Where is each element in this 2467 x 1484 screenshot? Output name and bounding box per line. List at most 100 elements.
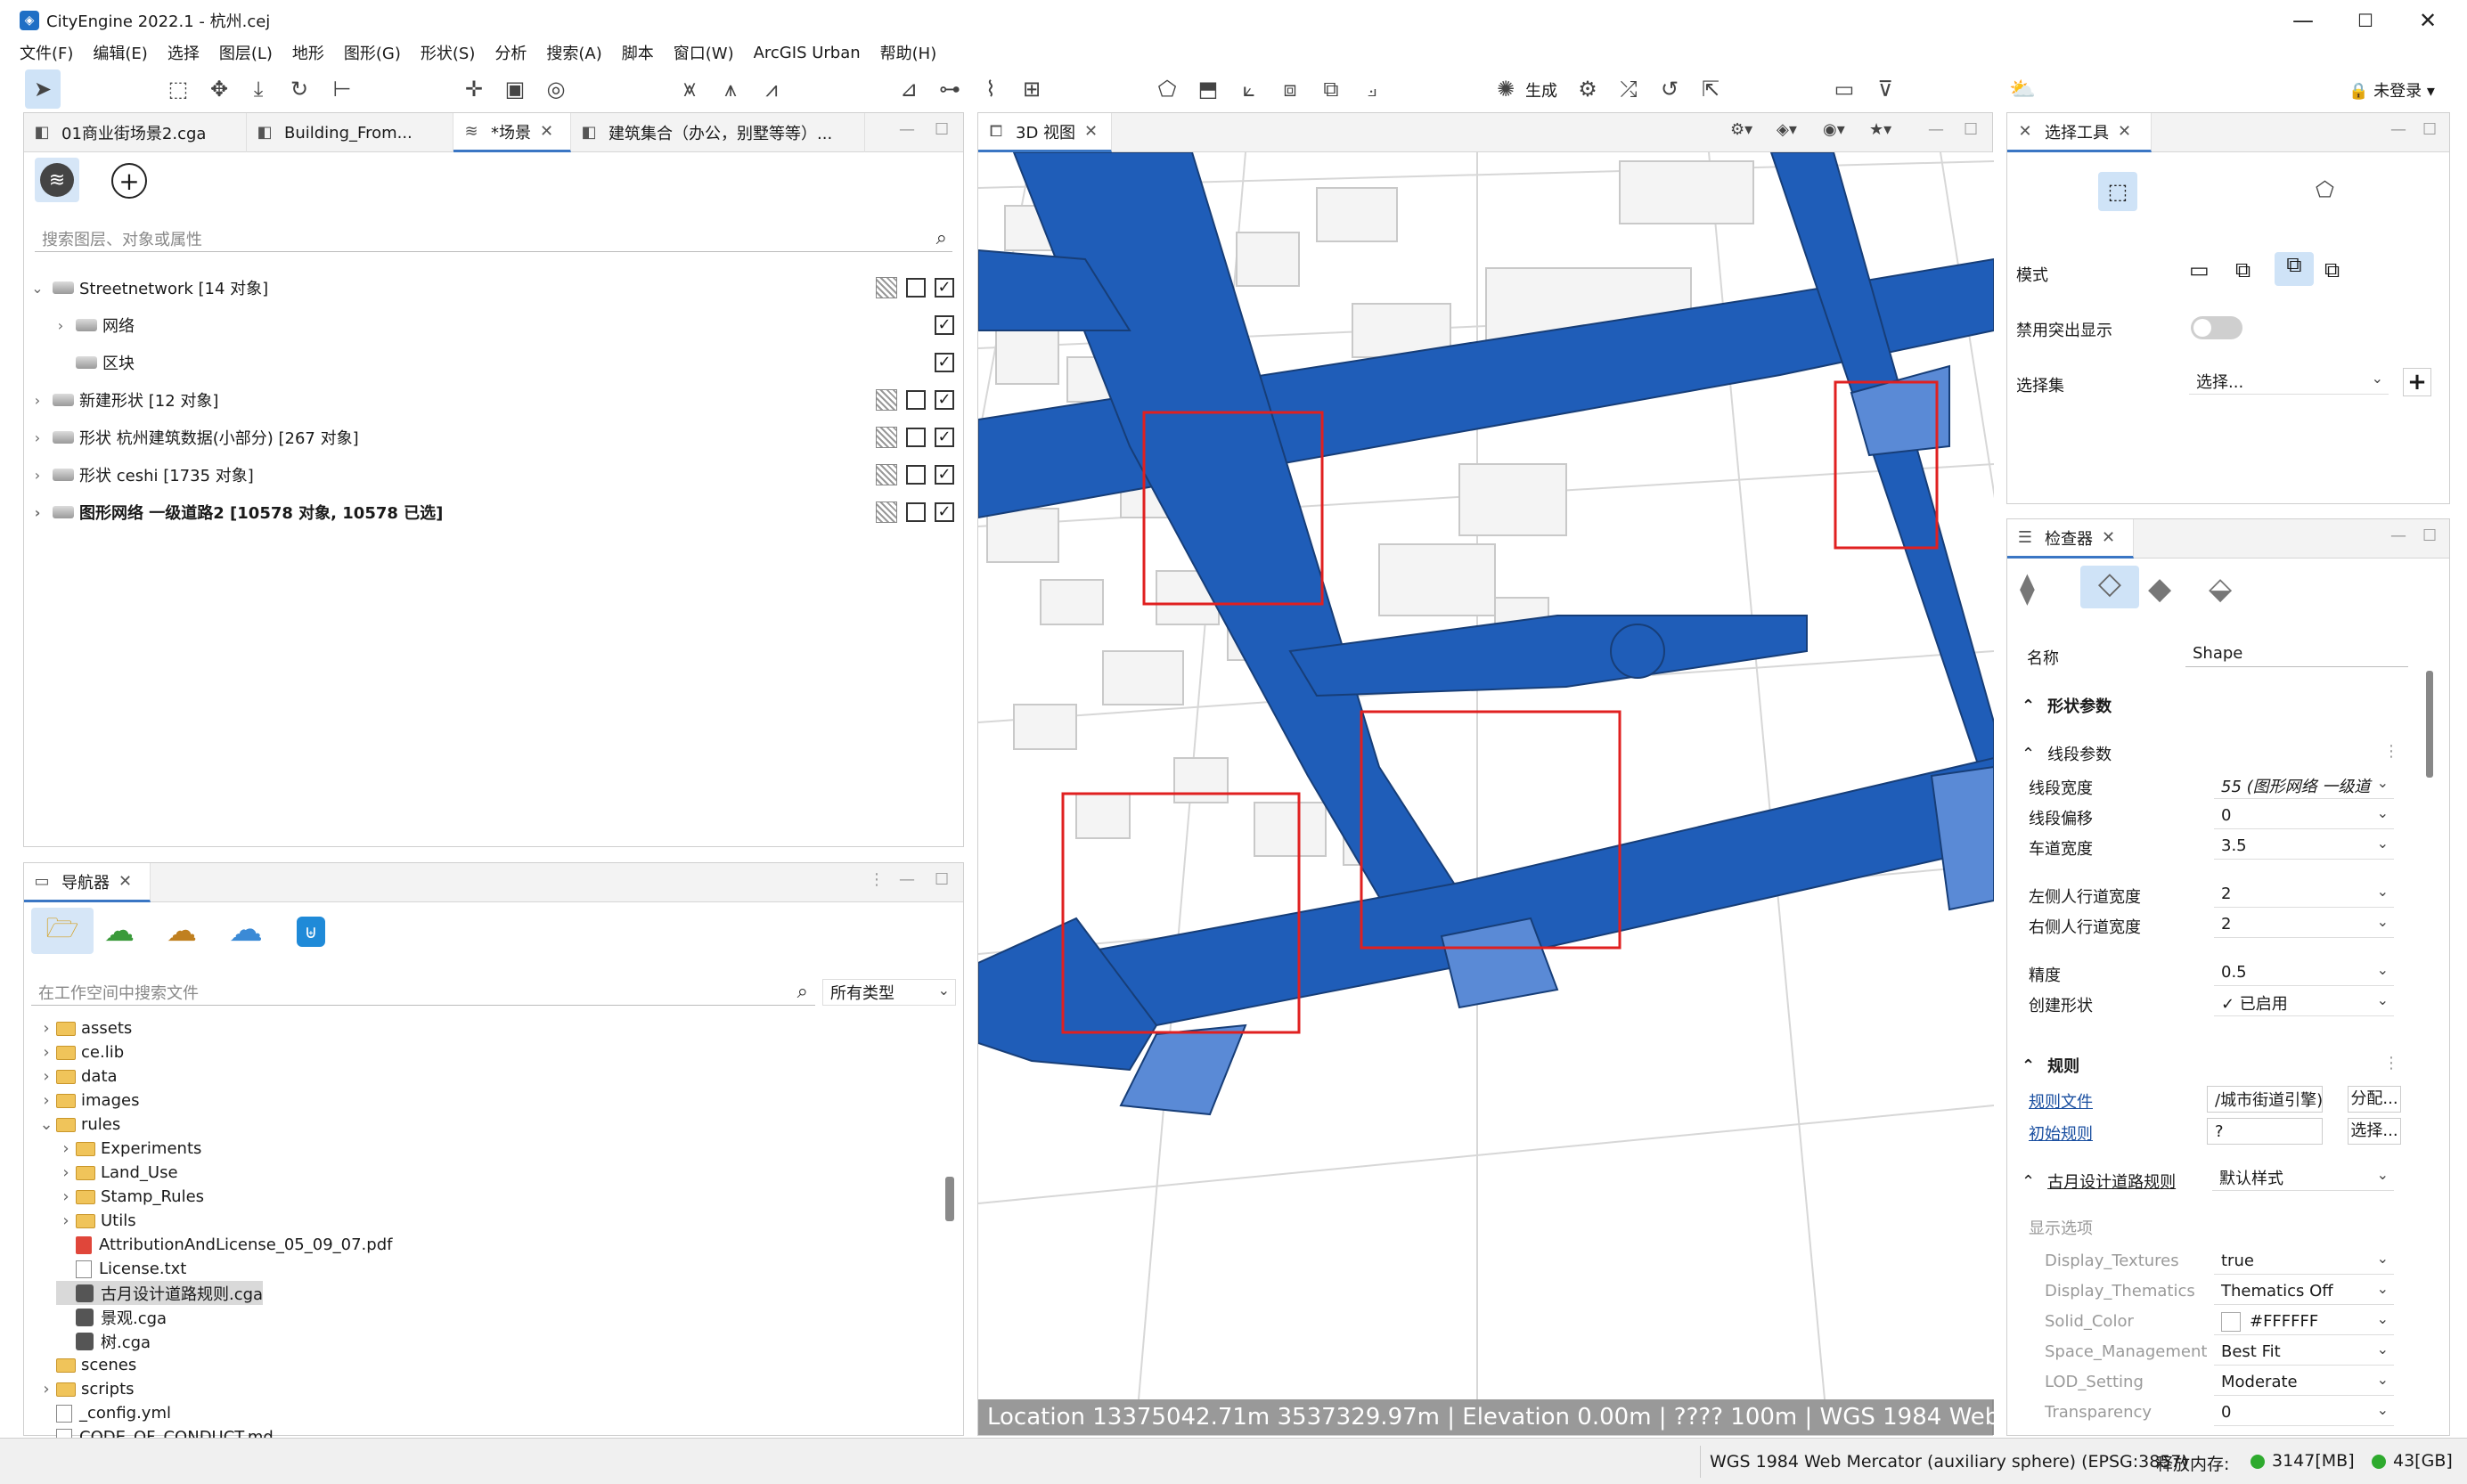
param-value-dropdown[interactable]: 2 ⌄ (2214, 881, 2394, 908)
generate-icon[interactable]: ✺ (1488, 69, 1523, 109)
bookmark-star-icon[interactable]: ★▾ (1869, 120, 1891, 139)
file-tree-item[interactable]: ⌄ rules (37, 1113, 120, 1137)
more-options-icon[interactable]: ⋮ (2383, 742, 2399, 761)
chevron-right-icon[interactable]: › (28, 429, 47, 446)
search-icon[interactable]: ⌕ (797, 981, 808, 1003)
lock-toggle-icon[interactable] (876, 464, 897, 485)
close-tab-icon[interactable]: ✕ (2102, 528, 2115, 547)
chevron-right-icon[interactable]: › (37, 1043, 56, 1062)
rule-attr-dropdown[interactable]: true ⌄ (2214, 1248, 2394, 1275)
maximize-panel-icon[interactable]: ☐ (2422, 526, 2437, 545)
file-tree-item[interactable]: › data (37, 1064, 117, 1089)
rules-header[interactable]: ⌃ 规则 (2022, 1054, 2079, 1077)
lock-toggle-icon[interactable] (876, 389, 897, 411)
file-type-filter[interactable]: 所有类型 ⌄ (822, 979, 956, 1006)
layer-row-network[interactable]: › 网络 (51, 307, 135, 343)
minimize-panel-icon[interactable]: — (2390, 526, 2406, 545)
selection-set-dropdown[interactable]: 选择... ⌄ (2189, 368, 2389, 395)
random-icon[interactable]: ⤮ (1611, 69, 1646, 109)
tab-building-from[interactable]: ◧ Building_From... (247, 113, 453, 152)
layer-row-streetnetwork[interactable]: ⌄ Streetnetwork [14 对象] (28, 270, 268, 306)
close-tab-icon[interactable]: ✕ (118, 872, 132, 891)
shape-params-header[interactable]: ⌃ 形状参数 (2022, 694, 2112, 717)
visible-checkbox[interactable]: ✓ (935, 428, 954, 447)
shape-merge-icon[interactable]: ⧉ (1313, 69, 1349, 109)
menu-search[interactable]: 搜索(A) (539, 41, 614, 64)
visible-checkbox[interactable]: ✓ (935, 278, 954, 298)
param-value-dropdown[interactable]: 55 (图形网络 一级道 ⌄ (2214, 772, 2394, 799)
3d-scene-canvas[interactable] (978, 152, 1994, 1399)
mode-subtract-icon[interactable]: ⧉ (2324, 257, 2340, 282)
chevron-right-icon[interactable]: › (37, 1380, 56, 1398)
transform-icon[interactable]: ✛ (456, 69, 492, 109)
tab-navigator[interactable]: ▭ 导航器 ✕ (24, 863, 151, 902)
file-tree-item[interactable]: › ce.lib (37, 1040, 124, 1064)
cone-icon[interactable]: ⊽ (1867, 69, 1903, 109)
chevron-right-icon[interactable]: › (56, 1187, 76, 1206)
layer-row-blocks[interactable]: 区块 (70, 345, 135, 380)
more-options-icon[interactable]: ⋮ (2383, 1054, 2399, 1072)
generate-label[interactable]: 生成 (1525, 78, 1557, 102)
menu-arcgis-urban[interactable]: ArcGIS Urban (747, 44, 873, 62)
tab-scene[interactable]: ≋ *场景 ✕ (453, 113, 571, 152)
chevron-right-icon[interactable]: › (28, 504, 47, 521)
file-tree-item[interactable]: 古月设计道路规则.cga (56, 1281, 264, 1305)
menu-help[interactable]: 帮助(H) (873, 41, 950, 64)
add-layer-button[interactable]: + (111, 163, 147, 199)
rotate-icon[interactable]: ↻ (282, 69, 317, 109)
name-field[interactable]: Shape (2185, 640, 2408, 667)
orbit-icon[interactable]: ◎ (538, 69, 574, 109)
menu-script[interactable]: 脚本 (615, 41, 666, 64)
visible-checkbox[interactable]: ✓ (935, 390, 954, 410)
file-tree-item[interactable]: AttributionAndLicense_05_09_07.pdf (56, 1233, 392, 1257)
param-value-dropdown[interactable]: 2 ⌄ (2214, 911, 2394, 938)
close-button[interactable]: ✕ (2397, 0, 2459, 41)
close-tab-icon[interactable]: ✕ (1084, 122, 1098, 141)
visible-checkbox[interactable]: ✓ (935, 353, 954, 372)
hide-checkbox[interactable] (906, 465, 926, 485)
minimize-panel-icon[interactable]: — (899, 120, 915, 139)
terrain-align-icon[interactable]: ⩙ (672, 69, 707, 109)
menu-graph[interactable]: 图形(G) (337, 41, 413, 64)
tab-building-collection[interactable]: ◧ 建筑集合（办公，别墅等等）... (571, 113, 865, 152)
file-tree-item[interactable]: 树.cga (56, 1329, 151, 1353)
minimize-button[interactable]: — (2272, 0, 2334, 41)
file-tree-item[interactable]: _config.yml (37, 1401, 171, 1425)
shape-block-icon[interactable]: ⧈ (1272, 69, 1308, 109)
lock-toggle-icon[interactable] (876, 277, 897, 298)
hide-checkbox[interactable] (906, 278, 926, 298)
menu-select[interactable]: 选择 (160, 41, 212, 64)
portal-group-icon[interactable]: ☁ (167, 913, 197, 949)
chevron-right-icon[interactable]: › (56, 1163, 76, 1182)
rule-attrs-header[interactable]: ⌃ 古月设计道路规则 (2022, 1170, 2176, 1193)
assign-rule-button[interactable]: 分配... (2348, 1086, 2401, 1113)
chevron-right-icon[interactable]: › (56, 1139, 76, 1158)
camera-icon[interactable]: ◉▾ (1823, 120, 1845, 139)
shape-split-icon[interactable]: ⟓ (1354, 69, 1390, 109)
street-edit-icon[interactable]: ⊶ (932, 69, 968, 109)
object-type-shape-icon[interactable]: ⬙ (2209, 571, 2232, 607)
login-status[interactable]: 🔒 未登录 ▾ (2349, 78, 2435, 102)
workspace-folder-button[interactable]: 🗁 (31, 908, 94, 954)
object-type-street-icon[interactable]: ⧫ (2020, 571, 2035, 607)
mode-add-icon[interactable]: ⧉ (2235, 257, 2251, 282)
chevron-right-icon[interactable]: › (56, 1211, 76, 1230)
rule-style-dropdown[interactable]: 默认样式 ⌄ (2212, 1164, 2394, 1191)
param-value-dropdown[interactable]: 3.5 ⌄ (2214, 833, 2394, 860)
inspector-scrollbar[interactable] (2426, 671, 2433, 778)
shape-draw-icon[interactable]: ⬠ (1149, 69, 1185, 109)
start-rule-field[interactable]: ? (2207, 1118, 2323, 1145)
chevron-down-icon[interactable]: ⌄ (28, 280, 47, 297)
menu-layer[interactable]: 图层(L) (212, 41, 285, 64)
param-value-dropdown[interactable]: 0 ⌄ (2214, 803, 2394, 829)
cloud-icon[interactable]: ☁ (229, 909, 263, 949)
rule-attr-dropdown[interactable]: Thematics Off ⌄ (2214, 1278, 2394, 1305)
file-tree-item[interactable]: scenes (37, 1353, 136, 1377)
menu-terrain[interactable]: 地形 (285, 41, 337, 64)
view-menu-icon[interactable]: ⋮ (869, 870, 885, 889)
color-swatch[interactable] (2221, 1311, 2241, 1332)
maximize-panel-icon[interactable]: ☐ (935, 120, 949, 139)
terrain-smooth-icon[interactable]: ⩘ (754, 69, 789, 109)
visible-checkbox[interactable]: ✓ (935, 315, 954, 335)
chevron-right-icon[interactable]: › (37, 1091, 56, 1110)
